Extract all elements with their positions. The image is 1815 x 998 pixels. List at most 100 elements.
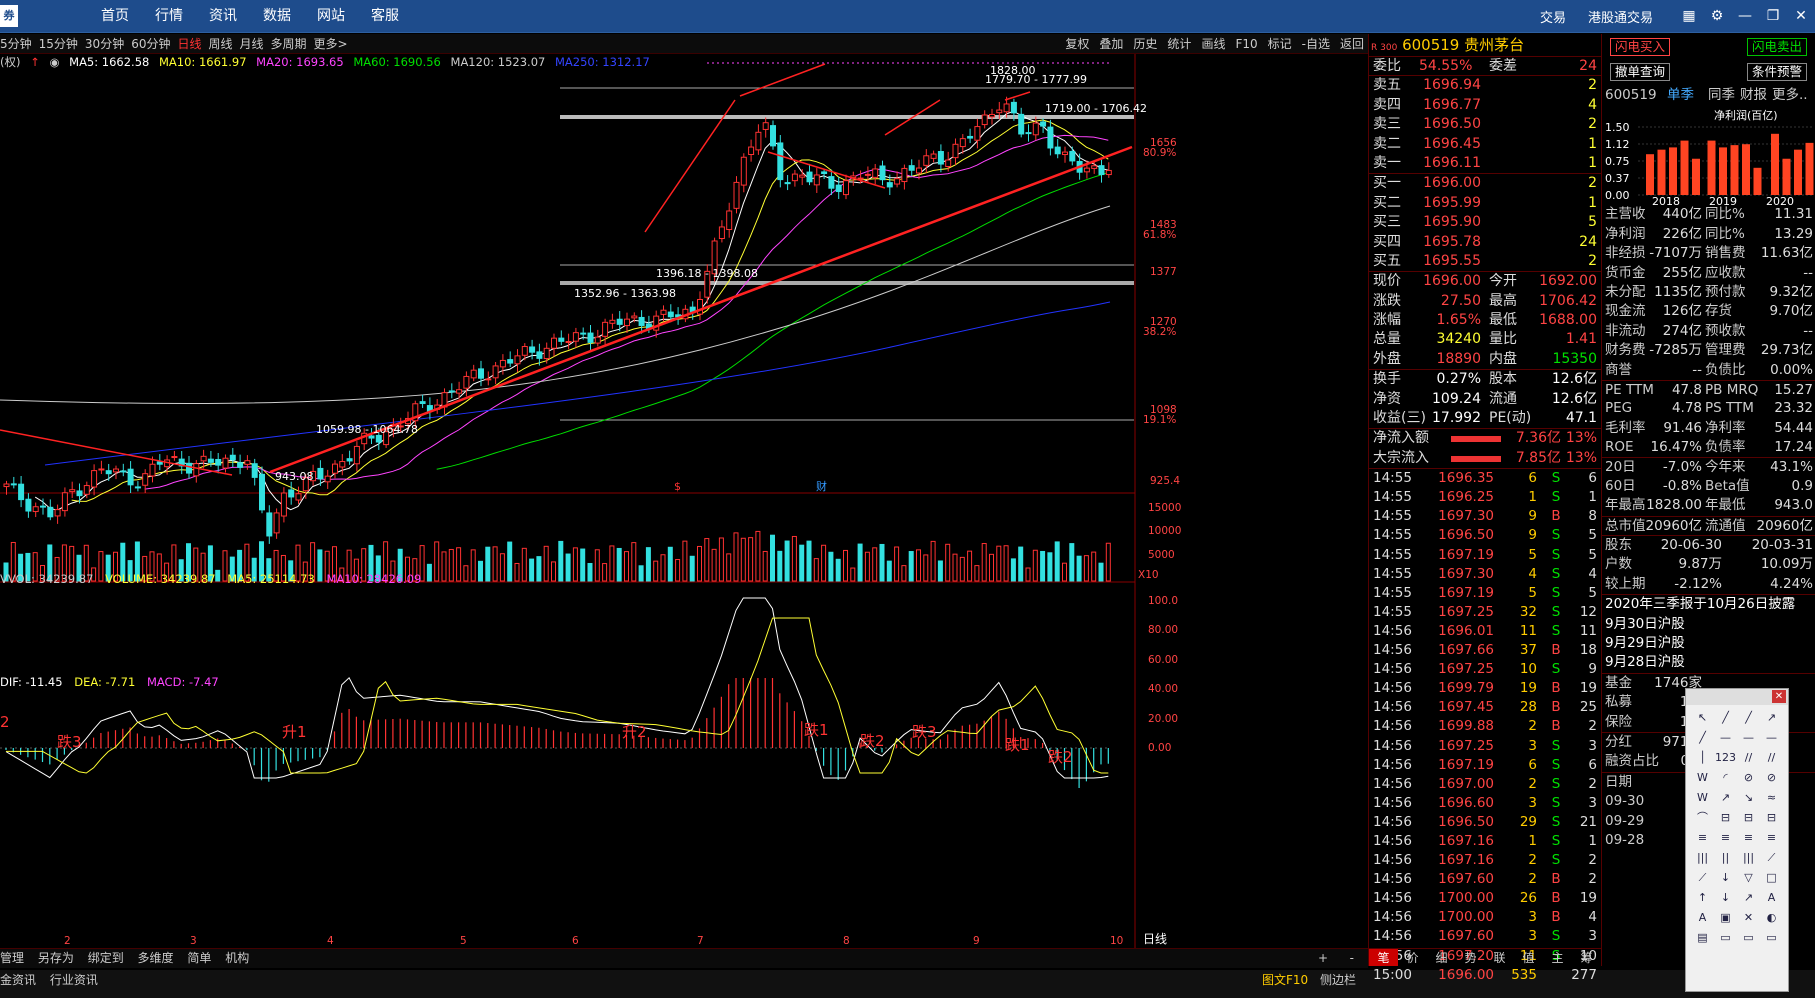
- quote-tab[interactable]: 笔: [1369, 949, 1398, 966]
- tab-institution[interactable]: 机构: [225, 951, 249, 965]
- hk-trade-link[interactable]: 港股通交易: [1588, 7, 1653, 26]
- drawing-tool-icon[interactable]: ↑: [1692, 889, 1713, 907]
- zoom-out-button[interactable]: -: [1350, 949, 1354, 968]
- close-icon[interactable]: ✕: [1787, 0, 1815, 33]
- drawing-tool-icon[interactable]: ≡: [1715, 829, 1736, 847]
- period-30m[interactable]: 30分钟: [85, 34, 124, 54]
- period-5m[interactable]: 5分钟: [0, 34, 32, 54]
- quote-tab[interactable]: 势: [1456, 949, 1485, 966]
- period-weekly[interactable]: 周线: [209, 34, 233, 54]
- tool-restore-right[interactable]: 复权: [1065, 34, 1089, 54]
- drawing-tool-icon[interactable]: //: [1738, 749, 1759, 767]
- restore-icon[interactable]: ❐: [1759, 0, 1787, 33]
- drawing-tool-icon[interactable]: ▭: [1715, 929, 1736, 947]
- drawing-tool-icon[interactable]: ✕: [1738, 909, 1759, 927]
- quote-tab[interactable]: 主: [1543, 949, 1572, 966]
- drawing-tool-icon[interactable]: ≡: [1761, 829, 1782, 847]
- drawing-tool-icon[interactable]: ⊟: [1715, 809, 1736, 827]
- drawing-tool-icon[interactable]: ↖: [1692, 709, 1713, 727]
- drawing-tool-icon[interactable]: W: [1692, 769, 1713, 787]
- tab-more[interactable]: 更多..: [1772, 86, 1808, 105]
- drawing-tool-icon[interactable]: │: [1692, 749, 1713, 767]
- drawing-tool-icon[interactable]: ⌒: [1692, 809, 1713, 827]
- tab-simple[interactable]: 简单: [187, 951, 211, 965]
- settings-dot-icon[interactable]: ◉: [49, 55, 59, 69]
- drawing-tool-icon[interactable]: ≈: [1761, 789, 1782, 807]
- quote-tab[interactable]: 细: [1427, 949, 1456, 966]
- drawing-tool-icon[interactable]: //: [1761, 749, 1782, 767]
- f10-button[interactable]: 图文F10: [1262, 970, 1308, 990]
- drawing-tool-icon[interactable]: ⊟: [1738, 809, 1759, 827]
- news-item[interactable]: 9月30日沪股: [1602, 615, 1815, 634]
- grid-icon[interactable]: ▦: [1675, 0, 1703, 33]
- nav-service[interactable]: 客服: [358, 0, 412, 33]
- tool-draw[interactable]: 画线: [1201, 34, 1225, 54]
- quote-tab[interactable]: 值: [1514, 949, 1543, 966]
- status-news[interactable]: 金资讯: [0, 973, 36, 987]
- quote-tab[interactable]: 联: [1485, 949, 1514, 966]
- tool-watchlist[interactable]: -自选: [1302, 34, 1330, 54]
- period-more[interactable]: 更多>: [314, 34, 348, 54]
- alert-button[interactable]: 条件预警: [1746, 63, 1807, 81]
- trend-line[interactable]: [644, 99, 736, 233]
- period-monthly[interactable]: 月线: [240, 34, 264, 54]
- tool-history[interactable]: 历史: [1133, 34, 1157, 54]
- news-item[interactable]: 2020年三季报于10月26日披露: [1602, 595, 1815, 614]
- drawing-tool-icon[interactable]: ◐: [1761, 909, 1782, 927]
- news-list[interactable]: 2020年三季报于10月26日披露 9月30日沪股 9月29日沪股 9月28日沪股: [1602, 594, 1815, 673]
- period-60m[interactable]: 60分钟: [131, 34, 170, 54]
- nav-market[interactable]: 行情: [142, 0, 196, 33]
- kline-chart[interactable]: 1828.001779.70 - 1777.991719.00 - 1706.4…: [0, 54, 1368, 949]
- minimize-icon[interactable]: —: [1731, 0, 1759, 33]
- drawing-tool-icon[interactable]: ╱: [1715, 709, 1736, 727]
- tick-list[interactable]: 14:55 1696.35 6 S 6 14:55 1696.25 1 S 1 14:55 1697.…: [1369, 468, 1601, 985]
- news-item[interactable]: 9月29日沪股: [1602, 634, 1815, 653]
- gear-icon[interactable]: ⚙: [1703, 0, 1731, 33]
- quote-tab[interactable]: 筹: [1572, 949, 1601, 966]
- period-multi[interactable]: 多周期: [271, 34, 307, 54]
- tool-back[interactable]: 返回: [1340, 34, 1364, 54]
- tool-stats[interactable]: 统计: [1167, 34, 1191, 54]
- drawing-tool-icon[interactable]: 123: [1715, 749, 1736, 767]
- news-item[interactable]: 9月28日沪股: [1602, 653, 1815, 672]
- drawing-tool-icon[interactable]: |||: [1738, 849, 1759, 867]
- tab-multi-dim[interactable]: 多维度: [138, 951, 174, 965]
- drawing-tool-icon[interactable]: ╱: [1692, 729, 1713, 747]
- drawing-tool-icon[interactable]: ↓: [1715, 889, 1736, 907]
- drawing-tool-icon[interactable]: ⟋: [1692, 869, 1713, 887]
- tab-same-q[interactable]: 同季: [1708, 86, 1735, 105]
- tool-f10[interactable]: F10: [1235, 34, 1257, 54]
- tab-manage[interactable]: 管理: [0, 951, 24, 965]
- drawing-tool-icon[interactable]: ≡: [1692, 829, 1713, 847]
- drawing-tool-icon[interactable]: ↓: [1715, 869, 1736, 887]
- trend-line[interactable]: [1004, 91, 1031, 101]
- tab-save-as[interactable]: 另存为: [38, 951, 74, 965]
- drawing-tool-icon[interactable]: □: [1761, 869, 1782, 887]
- order-query-button[interactable]: 撤单查询: [1610, 63, 1671, 81]
- drawing-tool-icon[interactable]: |||: [1692, 849, 1713, 867]
- nav-data[interactable]: 数据: [250, 0, 304, 33]
- tab-bind[interactable]: 绑定到: [88, 951, 124, 965]
- period-daily[interactable]: 日线: [177, 34, 201, 54]
- close-icon[interactable]: ✕: [1772, 690, 1786, 703]
- drawing-tool-icon[interactable]: A: [1761, 889, 1782, 907]
- drawing-tool-icon[interactable]: ◜: [1715, 769, 1736, 787]
- drawing-tool-icon[interactable]: ↘: [1738, 789, 1759, 807]
- drawing-tool-icon[interactable]: —: [1738, 729, 1759, 747]
- trade-link[interactable]: 交易: [1540, 7, 1566, 26]
- drawing-tools-window[interactable]: ✕ ↖ ╱ ╱ ↗ ╱ — — — │ 123////W ◜ ⊘ ⊘ W ↗ ↘ ≈ ⌒ ⊟ ⊟ ⊟ ≡ ≡ ≡ ≡ ||| || |…: [1685, 688, 1789, 992]
- tool-overlay[interactable]: 叠加: [1099, 34, 1123, 54]
- nav-web[interactable]: 网站: [304, 0, 358, 33]
- drawing-tool-icon[interactable]: W: [1692, 789, 1713, 807]
- drawing-tool-icon[interactable]: A: [1692, 909, 1713, 927]
- zoom-in-button[interactable]: +: [1318, 949, 1328, 968]
- tab-quarter[interactable]: 单季: [1667, 86, 1694, 105]
- nav-home[interactable]: 首页: [88, 0, 142, 33]
- trend-line[interactable]: [739, 63, 826, 97]
- drawing-tool-icon[interactable]: ╱: [1738, 709, 1759, 727]
- drawing-tool-icon[interactable]: ⊘: [1738, 769, 1759, 787]
- flash-buy-button[interactable]: 闪电买入: [1610, 38, 1671, 56]
- drawing-tool-icon[interactable]: ▽: [1738, 869, 1759, 887]
- flash-sell-button[interactable]: 闪电卖出: [1746, 38, 1807, 56]
- drawing-tool-icon[interactable]: ↗: [1715, 789, 1736, 807]
